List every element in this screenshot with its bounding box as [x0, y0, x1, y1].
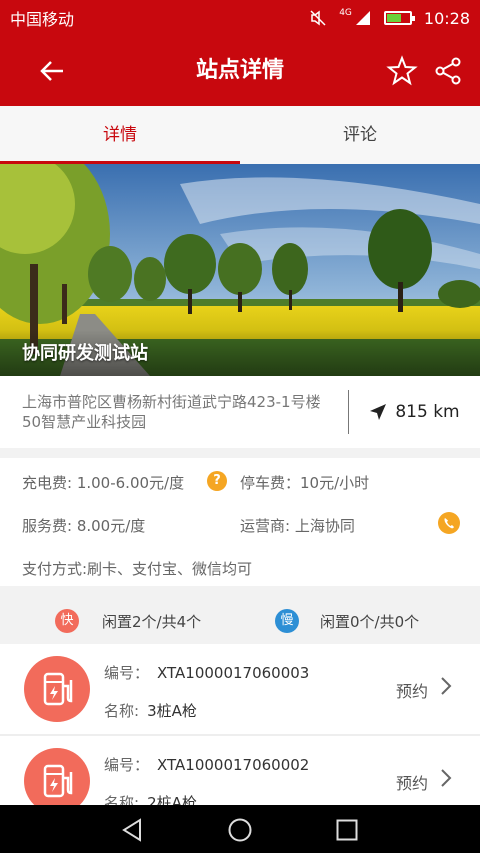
- status-icons: 4G 10:28: [309, 8, 470, 28]
- tab-comments[interactable]: 评论: [240, 106, 480, 164]
- system-nav-bar: [0, 805, 480, 853]
- parking-fee: 停车费：10元/小时: [240, 474, 370, 492]
- navigation-arrow-icon: [370, 404, 387, 420]
- station-address: 上海市普陀区曹杨新村街道武宁路423-1号楼50智慧产业科技园: [22, 393, 321, 431]
- app-bar: 站点详情: [0, 36, 480, 106]
- back-nav-icon[interactable]: [120, 817, 146, 843]
- pile-code-label: 编号：: [104, 756, 150, 774]
- pile-name: 3桩A枪: [147, 702, 197, 720]
- operator: 运营商: 上海协同: [240, 517, 355, 535]
- home-nav-icon[interactable]: [227, 817, 253, 843]
- address-card: 上海市普陀区曹杨新村街道武宁路423-1号楼50智慧产业科技园 815 km: [0, 376, 480, 448]
- pile-name-row: 名称: 3桩A枪: [104, 700, 197, 721]
- share-icon: [435, 57, 461, 85]
- service-fee: 服务费: 8.00元/度: [22, 517, 146, 535]
- pile-code-row: 编号： XTA1000017060003: [104, 662, 309, 683]
- distance: 815 km: [395, 402, 460, 422]
- fee-info-card: 充电费: 1.00-6.00元/度 ? 停车费：10元/小时 服务费: 8.00…: [0, 458, 480, 586]
- charge-fee: 充电费: 1.00-6.00元/度: [22, 474, 185, 492]
- payment-methods: 支付方式:刷卡、支付宝、微信均可: [22, 560, 253, 578]
- pile-code-label: 编号：: [104, 664, 150, 682]
- star-icon: [386, 55, 418, 86]
- pile-code: XTA1000017060003: [157, 664, 310, 682]
- fast-charge-availability: 闲置2个/共4个: [102, 613, 202, 631]
- navigate-button[interactable]: 815 km: [349, 402, 480, 422]
- station-name: 协同研发测试站: [22, 343, 148, 364]
- back-button[interactable]: [32, 53, 72, 89]
- recents-nav-icon[interactable]: [334, 817, 360, 843]
- charging-pile-icon: [24, 656, 90, 722]
- chevron-right-icon: [441, 769, 452, 787]
- pile-code: XTA1000017060002: [157, 756, 310, 774]
- clock: 10:28: [423, 8, 470, 28]
- carrier-name: 中国移动: [10, 10, 75, 29]
- station-photo: 协同研发测试站: [0, 164, 480, 376]
- slow-charge-availability: 闲置0个/共0个: [320, 613, 420, 631]
- reserve-button[interactable]: 预约: [396, 678, 428, 702]
- reserve-button[interactable]: 预约: [396, 770, 428, 794]
- pile-name-label: 名称:: [104, 702, 140, 720]
- arrow-left-icon: [40, 61, 63, 81]
- battery-icon: [383, 11, 415, 25]
- mute-icon: [310, 10, 326, 26]
- fast-charge-badge: 快: [55, 609, 79, 633]
- signal-icon: [355, 11, 370, 25]
- pile-summary: 快 闲置2个/共4个 慢 闲置0个/共0个: [0, 598, 480, 644]
- favorite-button[interactable]: [384, 53, 420, 89]
- help-icon[interactable]: ?: [207, 471, 227, 491]
- share-button[interactable]: [430, 53, 466, 89]
- chevron-right-icon: [441, 677, 452, 695]
- tab-details[interactable]: 详情: [0, 106, 240, 164]
- phone-button[interactable]: [438, 512, 460, 534]
- phone-icon: [444, 518, 454, 529]
- status-bar: 中国移动 4G 10:28: [0, 0, 480, 36]
- slow-charge-badge: 慢: [275, 609, 299, 633]
- network-type: 4G: [339, 8, 352, 18]
- pile-item[interactable]: 编号： XTA1000017060003 名称: 3桩A枪 预约: [0, 644, 480, 734]
- pile-code-row: 编号： XTA1000017060002: [104, 754, 309, 775]
- tab-bar: 详情 评论: [0, 106, 480, 164]
